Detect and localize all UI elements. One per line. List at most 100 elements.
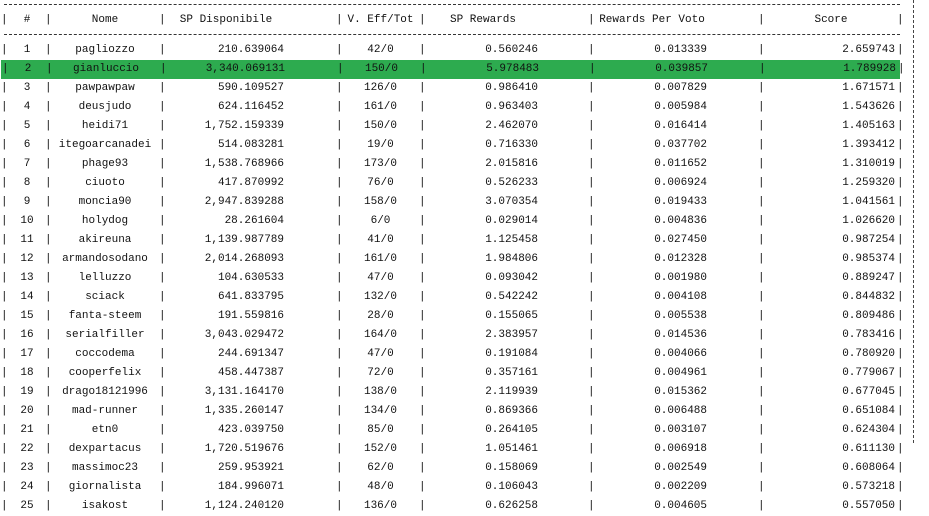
row-separator: |: [1, 234, 8, 246]
cell-voti: 132/0: [363, 291, 397, 303]
cell-rank: 11: [20, 234, 34, 246]
row-separator: |: [336, 405, 343, 417]
cell-voti: 76/0: [367, 177, 394, 189]
cell-voti: 72/0: [367, 367, 394, 379]
table-row: | | | | | | | | 5 heidi71 1,752.159339 150/0 2.46207…: [0, 117, 904, 136]
row-separator: |: [419, 272, 426, 284]
cell-rank: 8: [23, 177, 31, 189]
top-dashed-rule: [4, 4, 900, 5]
row-separator: |: [159, 82, 166, 94]
row-separator: |: [588, 481, 595, 493]
cell-rank: 17: [20, 348, 34, 360]
row-separator: |: [336, 386, 343, 398]
cell-sp-rewards: 0.191084: [485, 348, 538, 360]
cell-rank: 25: [20, 500, 34, 512]
row-separator: |: [45, 462, 52, 474]
table-row: | | | | | | | | 24 giornalista 184.996071 48/0 0.106…: [0, 478, 904, 497]
row-separator: |: [758, 215, 765, 227]
row-separator: |: [45, 215, 52, 227]
row-separator: |: [1, 44, 8, 56]
row-separator: |: [588, 44, 595, 56]
row-separator: |: [588, 310, 595, 322]
cell-voti: 19/0: [367, 139, 394, 151]
cell-name: pagliozzo: [75, 44, 135, 56]
row-separator: |: [897, 177, 904, 189]
cell-voti: 126/0: [363, 82, 397, 94]
row-separator: |: [159, 367, 166, 379]
row-separator: |: [159, 329, 166, 341]
row-separator: |: [758, 253, 765, 265]
row-separator: |: [1, 386, 8, 398]
cell-voti: 150/0: [363, 120, 397, 132]
cell-score: 0.677045: [842, 386, 895, 398]
row-separator: |: [897, 329, 904, 341]
row-separator: |: [1, 329, 8, 341]
row-separator: |: [2, 63, 9, 75]
row-separator: |: [419, 196, 426, 208]
cell-score: 0.557050: [842, 500, 895, 512]
row-separator: |: [159, 481, 166, 493]
row-separator: |: [758, 234, 765, 246]
row-separator: |: [159, 291, 166, 303]
row-separator: |: [45, 177, 52, 189]
table-row: | | | | | | | | 25 isakost 1,124.240120 136/0 0.6262…: [0, 497, 904, 516]
row-separator: |: [588, 177, 595, 189]
cell-name: deusjudo: [78, 101, 132, 113]
table-row: | | | | | | | | 18 cooperfelix 458.447387 72/0 0.357…: [0, 364, 904, 383]
row-separator: |: [45, 310, 52, 322]
row-separator: |: [588, 234, 595, 246]
row-separator: |: [419, 101, 426, 113]
cell-name: itegoarcanadei: [58, 139, 152, 151]
row-separator: |: [45, 348, 52, 360]
column-header-voti: V. Eff/Tot: [347, 14, 414, 26]
cell-voti: 164/0: [363, 329, 397, 341]
row-separator: |: [419, 348, 426, 360]
cell-sp-rewards: 1.125458: [485, 234, 538, 246]
row-separator: |: [1, 291, 8, 303]
row-separator: |: [897, 272, 904, 284]
cell-rewards-per-voto: 0.004836: [654, 215, 707, 227]
cell-voti: 136/0: [363, 500, 397, 512]
cell-rank: 7: [23, 158, 31, 170]
cell-sp-disponibile: 28.261604: [224, 215, 284, 227]
table-row: | | | | | | | | 7 phage93 1,538.768966 173/0 2.01581…: [0, 155, 904, 174]
row-separator: |: [45, 272, 52, 284]
row-separator: |: [1, 424, 8, 436]
row-separator: |: [588, 139, 595, 151]
cell-name: phage93: [81, 158, 129, 170]
cell-score: 0.783416: [842, 329, 895, 341]
row-separator: |: [758, 196, 765, 208]
row-separator: |: [336, 367, 343, 379]
row-separator: |: [588, 215, 595, 227]
cell-score: 1.543626: [842, 101, 895, 113]
cell-sp-disponibile: 1,139.987789: [204, 234, 284, 246]
header-separator: |: [336, 14, 343, 26]
cell-sp-rewards: 2.462070: [485, 120, 538, 132]
cell-sp-rewards: 1.984806: [485, 253, 538, 265]
row-separator: |: [897, 158, 904, 170]
row-separator: |: [758, 291, 765, 303]
cell-sp-disponibile: 259.953921: [217, 462, 284, 474]
row-separator: |: [897, 44, 904, 56]
row-separator: |: [336, 44, 343, 56]
header-dashed-rule: [4, 34, 900, 35]
cell-rewards-per-voto: 0.006924: [654, 177, 707, 189]
row-separator: |: [159, 500, 166, 512]
cell-rank: 14: [20, 291, 34, 303]
row-separator: |: [336, 291, 343, 303]
cell-name: isakost: [81, 500, 129, 512]
table-row: | | | | | | | | 9 moncia90 2,947.839288 158/0 3.0703…: [0, 193, 904, 212]
cell-sp-disponibile: 624.116452: [217, 101, 284, 113]
cell-rank: 21: [20, 424, 34, 436]
row-separator: |: [758, 386, 765, 398]
row-separator: |: [1, 139, 8, 151]
cell-rewards-per-voto: 0.015362: [654, 386, 707, 398]
cell-rewards-per-voto: 0.004605: [654, 500, 707, 512]
cell-name: serialfiller: [65, 329, 145, 341]
cell-sp-rewards: 0.626258: [485, 500, 538, 512]
row-separator: |: [336, 120, 343, 132]
row-separator: |: [419, 291, 426, 303]
row-separator: |: [159, 120, 166, 132]
row-separator: |: [419, 386, 426, 398]
table-row: | | | | | | | | 11 akireuna 1,139.987789 41/0 1.1254…: [0, 231, 904, 250]
